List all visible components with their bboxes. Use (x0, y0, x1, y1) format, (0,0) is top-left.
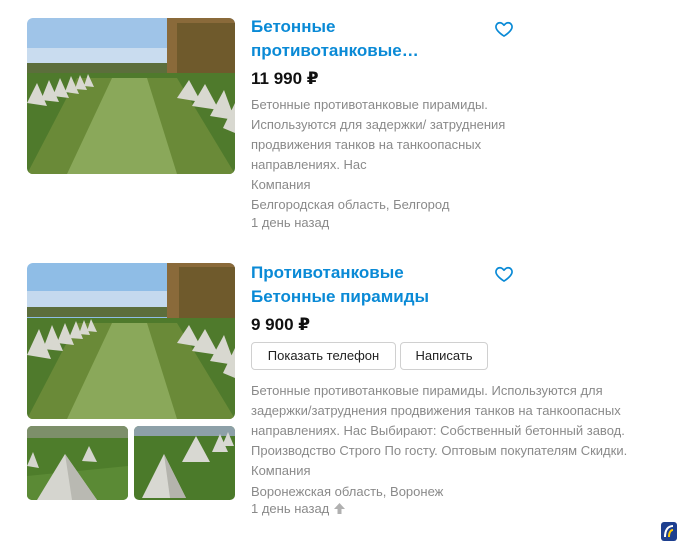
write-message-button[interactable]: Написать (400, 342, 488, 370)
favorite-button[interactable] (494, 264, 514, 284)
listing-photo-main[interactable] (27, 263, 235, 419)
listing-title-line1[interactable]: Противотанковые (251, 261, 486, 285)
listing-title-line2[interactable]: Бетонные пирамиды (251, 285, 486, 309)
show-phone-button[interactable]: Показать телефон (251, 342, 396, 370)
arrow-up-icon (333, 501, 346, 521)
listing-photo-small-1[interactable] (27, 426, 128, 500)
listing-date-row: 1 день назад (251, 499, 346, 521)
listing-title[interactable]: Противотанковые Бетонные пирамиды (251, 261, 486, 309)
corner-logo-icon (661, 522, 677, 541)
listing-date: 1 день назад (251, 501, 330, 516)
listing-photo-small-2[interactable] (134, 426, 235, 500)
seller-name[interactable]: Компания (251, 461, 311, 481)
heart-outline-icon (495, 266, 513, 282)
listing-price: 9 900 ₽ (251, 315, 311, 334)
listing-description: Бетонные противотанковые пирамиды. Испол… (251, 383, 628, 458)
listing-card-2: Противотанковые Бетонные пирамиды 9 900 … (0, 0, 677, 541)
